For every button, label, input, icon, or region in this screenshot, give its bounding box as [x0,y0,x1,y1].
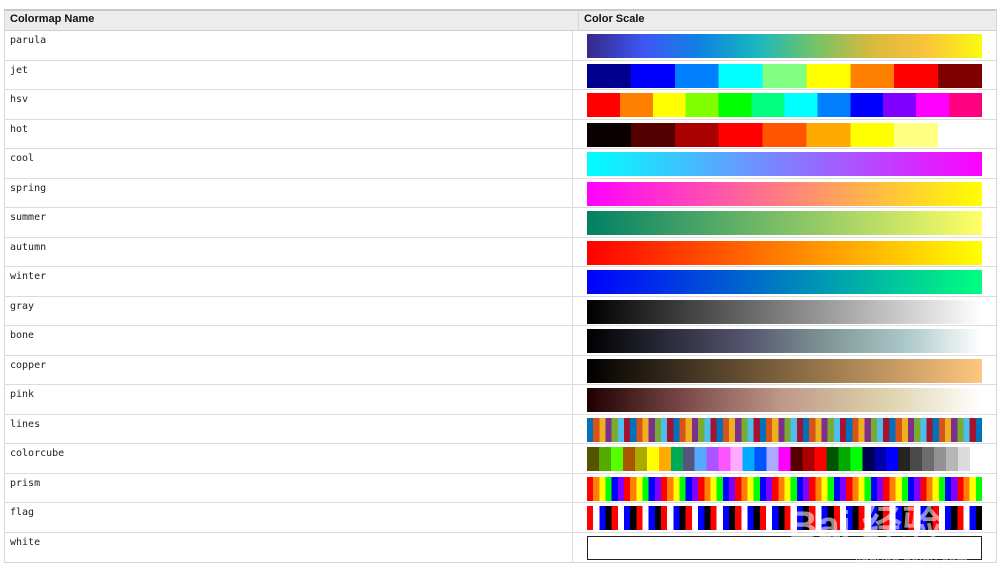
colormap-name: hsv [5,90,573,119]
table-row: cool [5,149,996,179]
table-row: jet [5,60,996,90]
color-scale-cell [573,297,996,326]
table-row: hot [5,119,996,149]
colormap-swatch-flag [587,506,982,530]
colormap-swatch-winter [587,270,982,294]
table-row: prism [5,473,996,503]
color-scale-cell [573,503,996,532]
colormap-name: bone [5,326,573,355]
color-scale-cell [573,149,996,178]
colormap-name: colorcube [5,444,573,473]
table-row: colorcube [5,444,996,474]
color-scale-cell [573,238,996,267]
colormap-name: autumn [5,237,573,266]
table-header: Colormap Name Color Scale [5,11,996,31]
colormap-name: gray [5,296,573,325]
colormap-swatch-jet [587,63,982,88]
table-row: lines [5,414,996,444]
colormap-name: cool [5,149,573,178]
colormap-swatch-gray [587,299,982,324]
colormap-name: spring [5,178,573,207]
colormap-name: lines [5,414,573,443]
colormap-name: prism [5,473,573,502]
colormap-swatch-autumn [587,240,982,265]
color-scale-cell [573,208,996,237]
table-row: winter [5,267,996,297]
color-scale-cell [573,385,996,414]
colormap-swatch-hsv [587,93,982,117]
colormap-name: winter [5,267,573,296]
color-scale-cell [573,474,996,503]
colormap-name: parula [5,31,573,60]
table-row: flag [5,503,996,533]
color-scale-cell [573,326,996,355]
colormap-swatch-prism [587,476,982,501]
table-row: pink [5,385,996,415]
table-row: autumn [5,237,996,267]
color-scale-cell [573,267,996,296]
color-scale-cell [573,533,996,563]
colormap-swatch-hot [587,122,982,147]
table-row: white [5,532,996,563]
colormap-name: pink [5,385,573,414]
header-color-scale: Color Scale [584,13,645,25]
colormap-table: Colormap Name Color Scale parula jet hsv ho… [4,9,997,563]
table-row: parula [5,31,996,61]
color-scale-cell [573,415,996,444]
table-row: hsv [5,90,996,120]
colormap-swatch-summer [587,211,982,235]
color-scale-cell [573,444,996,473]
colormap-swatch-white [587,535,982,560]
color-scale-cell [573,61,996,90]
colormap-swatch-cool [587,152,982,176]
colormap-swatch-parula [587,34,982,58]
color-scale-cell [573,120,996,149]
colormap-swatch-lines [587,417,982,442]
color-scale-cell [573,356,996,385]
colormap-swatch-copper [587,358,982,383]
table-row: copper [5,355,996,385]
table-row: bone [5,326,996,356]
colormap-name: white [5,532,573,562]
color-scale-cell [573,90,996,119]
header-colormap-name: Colormap Name [5,11,579,30]
colormap-swatch-bone [587,329,982,353]
color-scale-cell [573,179,996,208]
table-row: spring [5,178,996,208]
colormap-name: summer [5,208,573,237]
table-body: parula jet hsv hot cool spring summer autumn win… [5,31,996,562]
colormap-name: jet [5,60,573,89]
colormap-swatch-spring [587,181,982,206]
color-scale-cell [573,31,996,60]
colormap-swatch-colorcube [587,447,982,471]
colormap-swatch-pink [587,388,982,412]
table-row: gray [5,296,996,326]
colormap-name: hot [5,119,573,148]
table-row: summer [5,208,996,238]
colormap-name: copper [5,355,573,384]
colormap-name: flag [5,503,573,532]
